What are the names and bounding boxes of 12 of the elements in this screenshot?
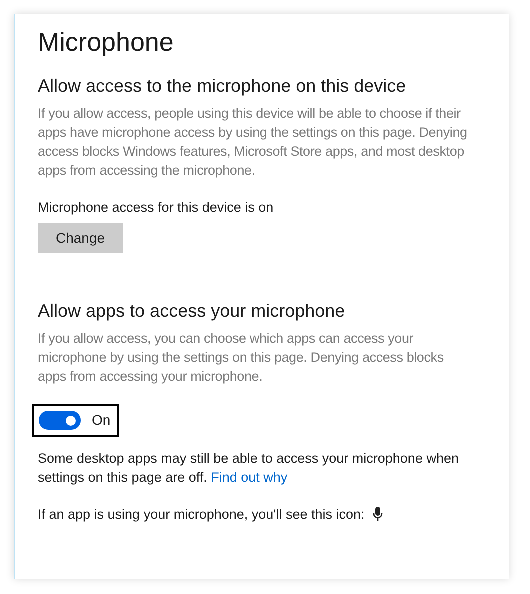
note-text: Some desktop apps may still be able to access your microphone when settings on this page are off. Find out why — [38, 450, 460, 487]
status-text: Microphone access for this device is on — [38, 199, 275, 217]
change-button[interactable]: Change — [38, 223, 123, 253]
microphone-icon — [372, 507, 383, 522]
section-description: If you allow access, you can choose which apps can access your microphone by using the settings on this page. Denying access blocks apps from accessing your microphone. — [38, 330, 445, 386]
section-description: If you allow access, people using this device will be able to choose if their apps have microphone access by using the settings on this page. Denying access blocks Windows features, Microsoft Store apps, and most desktop apps from accessing the microphone. — [38, 105, 468, 180]
toggle-switch[interactable]: On — [32, 404, 119, 437]
section-heading: Allow apps to access your microphone — [38, 300, 346, 323]
page-title: Microphone — [38, 26, 175, 58]
find-out-why-link[interactable]: Find out why — [211, 470, 288, 485]
section-heading: Allow access to the microphone on this device — [38, 75, 408, 98]
icon-note-text: If an app is using your microphone, you'll see this icon: — [38, 506, 365, 524]
